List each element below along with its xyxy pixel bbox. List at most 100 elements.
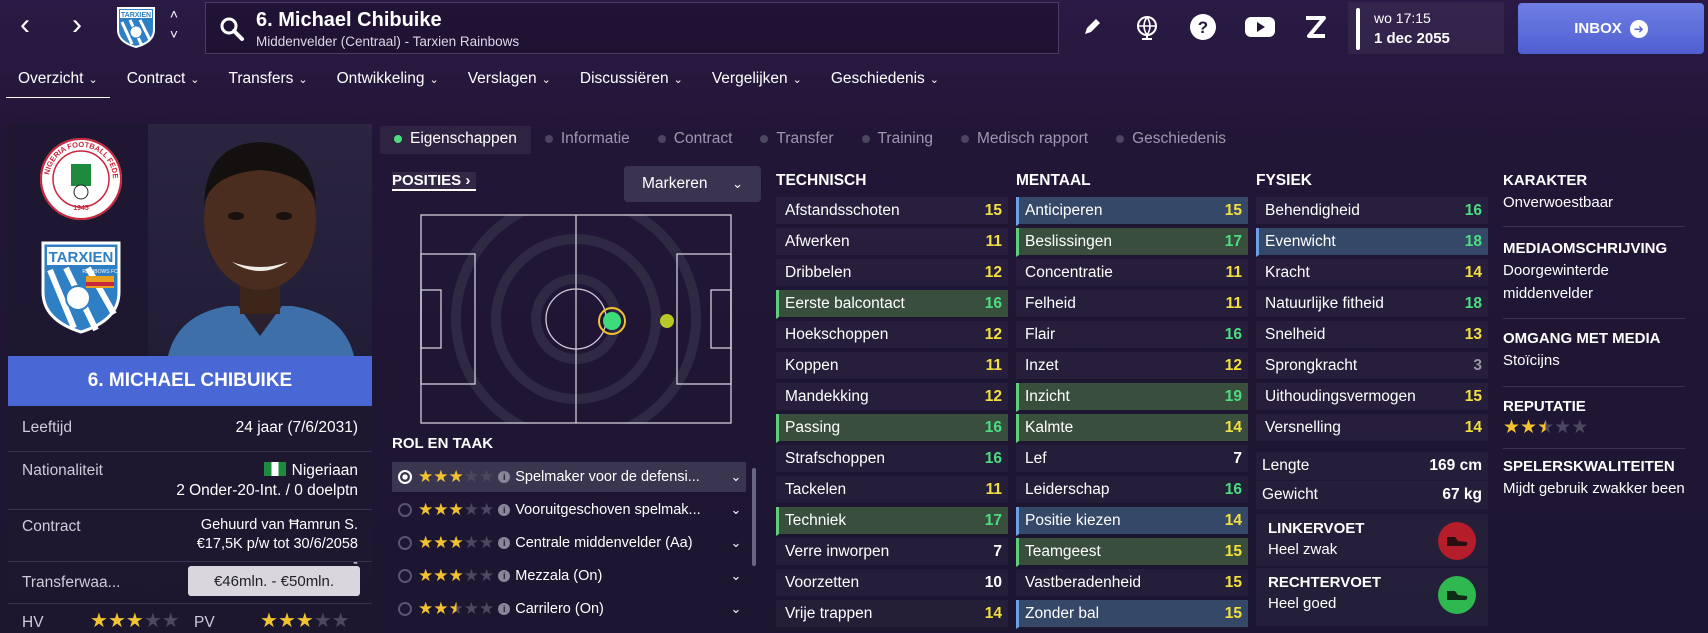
attribute-row[interactable]: Koppen 11	[776, 352, 1008, 381]
menu-transfers[interactable]: Transfers ⌄	[217, 66, 320, 98]
nationality-value[interactable]: Nigeriaan 2 Onder-20-Int. / 0 doelptn	[176, 461, 358, 501]
right-foot-title: RECHTERVOET	[1268, 574, 1382, 591]
tab-eigenschappen[interactable]: Eigenschappen	[380, 126, 531, 154]
menu-overzicht[interactable]: Overzicht ⌄	[6, 66, 110, 98]
menu-ontwikkeling[interactable]: Ontwikkeling ⌄	[325, 66, 451, 98]
menu-verslagen[interactable]: Verslagen ⌄	[456, 66, 563, 98]
role-item[interactable]: ★★★★★ i Centrale middenvelder (Aa) ⌄	[392, 528, 746, 558]
main-menu: Overzicht ⌄ Contract ⌄ Transfers ⌄ Ontwikke…	[6, 66, 956, 98]
forward-arrow-icon[interactable]: ›	[60, 10, 94, 44]
menu-contract[interactable]: Contract ⌄	[115, 66, 212, 98]
attribute-row[interactable]: Hoekschoppen 12	[776, 321, 1008, 350]
attribute-value: 15	[1224, 201, 1242, 219]
attribute-row[interactable]: Felheid 11	[1016, 290, 1248, 319]
boot-icon	[1438, 522, 1476, 560]
attribute-row[interactable]: Lef 7	[1016, 445, 1248, 474]
club-crest[interactable]: TARXIEN RAINBOWS FC	[40, 240, 122, 334]
attribute-row[interactable]: Strafschoppen 16	[776, 445, 1008, 474]
chevron-down-icon[interactable]: ⌄	[726, 535, 746, 551]
roles-scrollbar[interactable]	[752, 468, 756, 566]
attribute-row[interactable]: Behendigheid 16	[1256, 197, 1488, 226]
attribute-row[interactable]: Zonder bal 15	[1016, 600, 1248, 629]
attribute-row[interactable]: Passing 16	[776, 414, 1008, 443]
pitch-diagram[interactable]	[420, 214, 732, 424]
menu-vergelijken[interactable]: Vergelijken ⌄	[700, 66, 814, 98]
attribute-row[interactable]: Techniek 17	[776, 507, 1008, 536]
info-icon[interactable]: i	[498, 504, 511, 516]
globe-icon[interactable]	[1132, 12, 1162, 42]
role-item[interactable]: ★★★★★ i Vooruitgeschoven spelmak... ⌄	[392, 495, 746, 525]
attribute-row[interactable]: Kalmte 14	[1016, 414, 1248, 443]
attribute-row[interactable]: Leiderschap 16	[1016, 476, 1248, 505]
role-radio[interactable]	[398, 503, 412, 517]
chevron-down-icon[interactable]: ⌄	[726, 469, 746, 485]
role-item[interactable]: ★★★★★ i Mezzala (On) ⌄	[392, 561, 746, 591]
player-name-banner: 6. MICHAEL CHIBUIKE	[8, 356, 372, 406]
attribute-row[interactable]: Flair 16	[1016, 321, 1248, 350]
attribute-row[interactable]: Inzicht 19	[1016, 383, 1248, 412]
z-icon[interactable]	[1300, 12, 1330, 42]
info-icon[interactable]: i	[498, 570, 511, 582]
attribute-row[interactable]: Uithoudingsvermogen 15	[1256, 383, 1488, 412]
player-traits-value: Mijdt gebruik zwakker been	[1503, 480, 1685, 497]
search-box[interactable]: 6. Michael Chibuike Middenvelder (Centra…	[205, 2, 1059, 54]
info-icon[interactable]: i	[498, 471, 511, 483]
attribute-row[interactable]: Teamgeest 15	[1016, 538, 1248, 567]
tab-transfer[interactable]: Transfer	[746, 126, 847, 154]
attribute-row[interactable]: Evenwicht 18	[1256, 228, 1488, 257]
length-value: 169 cm	[1429, 457, 1482, 474]
tab-contract[interactable]: Contract	[644, 126, 747, 154]
attribute-row[interactable]: Concentratie 11	[1016, 259, 1248, 288]
chevron-down-icon[interactable]: ⌄	[726, 502, 746, 518]
attribute-row[interactable]: Inzet 12	[1016, 352, 1248, 381]
attribute-row[interactable]: Afstandsschoten 15	[776, 197, 1008, 226]
attribute-row[interactable]: Snelheid 13	[1256, 321, 1488, 350]
attribute-row[interactable]: Sprongkracht 3	[1256, 352, 1488, 381]
highlight-dropdown[interactable]: Markeren ⌄	[624, 166, 761, 202]
attribute-value: 11	[985, 480, 1002, 498]
role-radio[interactable]	[398, 470, 412, 484]
club-crest-small[interactable]: TARXIEN	[116, 6, 156, 49]
attribute-row[interactable]: Versnelling 14	[1256, 414, 1488, 443]
attribute-row[interactable]: Eerste balcontact 16	[776, 290, 1008, 319]
attribute-row[interactable]: Anticiperen 15	[1016, 197, 1248, 226]
role-item[interactable]: ★★★★★ i Spelmaker voor de defensi... ⌄	[392, 462, 746, 492]
tab-informatie[interactable]: Informatie	[531, 126, 644, 154]
chevron-down-icon[interactable]: ⌄	[726, 568, 746, 584]
nigeria-flag-icon	[263, 462, 286, 476]
attribute-row[interactable]: Natuurlijke fitheid 18	[1256, 290, 1488, 319]
tab-geschiedenis[interactable]: Geschiedenis	[1102, 126, 1240, 154]
attribute-row[interactable]: Verre inworpen 7	[776, 538, 1008, 567]
tab-medisch-rapport[interactable]: Medisch rapport	[947, 126, 1102, 154]
nation-crest[interactable]: NIGERIA FOOTBALL FEDERATION 1945	[35, 129, 124, 222]
attribute-row[interactable]: Vastberadenheid 15	[1016, 569, 1248, 598]
attribute-row[interactable]: Positie kiezen 14	[1016, 507, 1248, 536]
inbox-button[interactable]: INBOX ➜	[1518, 3, 1704, 54]
attribute-row[interactable]: Dribbelen 12	[776, 259, 1008, 288]
attribute-row[interactable]: Mandekking 12	[776, 383, 1008, 412]
attribute-row[interactable]: Kracht 14	[1256, 259, 1488, 288]
pencil-icon[interactable]	[1077, 12, 1107, 42]
role-radio[interactable]	[398, 602, 412, 616]
role-item[interactable]: ★★★★★ i Carrilero (On) ⌄	[392, 594, 746, 624]
menu-discussieren[interactable]: Discussiëren ⌄	[568, 66, 695, 98]
attribute-value: 15	[1464, 387, 1482, 405]
chevron-down-icon[interactable]: ⌄	[726, 601, 746, 617]
attribute-row[interactable]: Afwerken 11	[776, 228, 1008, 257]
info-icon[interactable]: i	[498, 603, 511, 615]
attribute-row[interactable]: Vrije trappen 14	[776, 600, 1008, 629]
tab-training[interactable]: Training	[848, 126, 947, 154]
role-radio[interactable]	[398, 536, 412, 550]
back-arrow-icon[interactable]: ‹	[8, 10, 42, 44]
menu-geschiedenis[interactable]: Geschiedenis ⌄	[819, 66, 951, 98]
attribute-row[interactable]: Tackelen 11	[776, 476, 1008, 505]
positions-button[interactable]: POSITIES ›	[392, 172, 477, 191]
attribute-row[interactable]: Beslissingen 17	[1016, 228, 1248, 257]
player-switch-arrows[interactable]: ˄ ˅	[164, 4, 184, 48]
role-radio[interactable]	[398, 569, 412, 583]
info-icon[interactable]: i	[498, 537, 511, 549]
transfer-value-pill[interactable]: €46mln. - €50mln.	[188, 566, 360, 596]
help-icon[interactable]: ?	[1188, 12, 1218, 42]
attribute-row[interactable]: Voorzetten 10	[776, 569, 1008, 598]
youtube-icon[interactable]	[1242, 12, 1278, 42]
